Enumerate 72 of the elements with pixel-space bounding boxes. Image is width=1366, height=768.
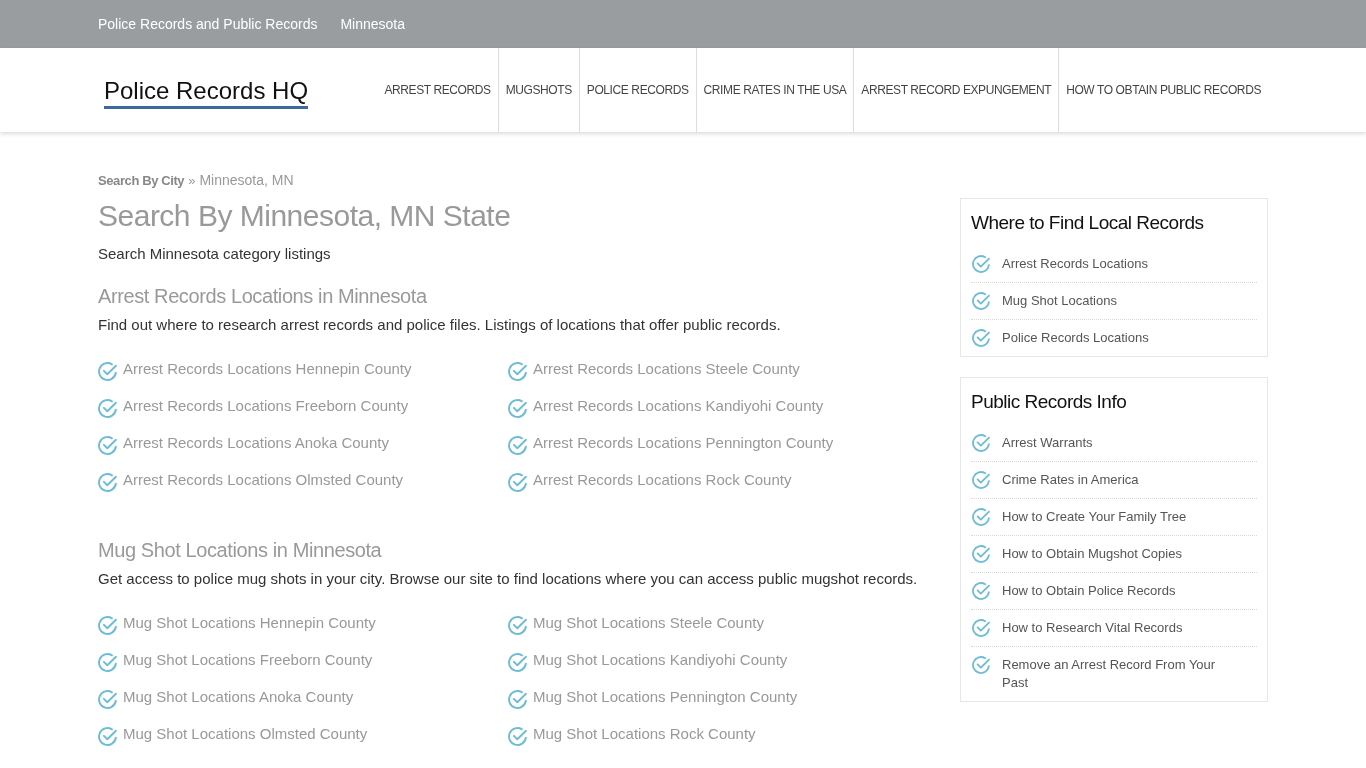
breadcrumb-current: Minnesota, MN xyxy=(199,171,294,190)
check-circle-icon xyxy=(972,434,990,452)
check-circle-icon xyxy=(508,399,527,418)
nav-link[interactable]: MUGSHOTS xyxy=(497,48,579,132)
check-circle-icon xyxy=(972,545,990,563)
site-logo[interactable]: Police Records HQ xyxy=(104,77,309,109)
sidebar-link[interactable]: How to Research Vital Records xyxy=(1002,619,1230,637)
section-description: Find out where to research arrest records and police files. Listings of locations that offer public records. xyxy=(98,315,782,335)
location-link[interactable]: Arrest Records Locations Rock County xyxy=(533,468,792,491)
location-link[interactable]: Mug Shot Locations Kandiyohi County xyxy=(533,648,788,671)
check-circle-icon xyxy=(98,727,117,746)
check-circle-icon xyxy=(98,436,117,455)
page-title: Search By Minnesota, MN State xyxy=(98,198,512,234)
location-link[interactable]: Mug Shot Locations Rock County xyxy=(533,722,756,745)
sidebar-link[interactable]: Mug Shot Locations xyxy=(1002,292,1230,310)
check-circle-icon xyxy=(508,436,527,455)
check-circle-icon xyxy=(98,362,117,381)
location-link[interactable]: Arrest Records Locations Anoka County xyxy=(123,431,389,454)
sidebar-link[interactable]: Crime Rates in America xyxy=(1002,471,1230,489)
check-circle-icon xyxy=(98,616,117,635)
sidebar-link[interactable]: How to Create Your Family Tree xyxy=(1002,508,1230,526)
check-circle-icon xyxy=(972,582,990,600)
check-circle-icon xyxy=(972,471,990,489)
location-link[interactable]: Mug Shot Locations Freeborn County xyxy=(123,648,373,671)
section-heading: Mug Shot Locations in Minnesota xyxy=(98,538,383,563)
nav-link[interactable]: ARREST RECORD EXPUNGEMENT xyxy=(853,48,1059,132)
check-circle-icon xyxy=(98,473,117,492)
check-circle-icon xyxy=(98,399,117,418)
sidebar-link[interactable]: Police Records Locations xyxy=(1002,329,1230,347)
check-circle-icon xyxy=(508,653,527,672)
location-link[interactable]: Arrest Records Locations Freeborn County xyxy=(123,394,409,417)
check-circle-icon xyxy=(98,690,117,709)
widget-title: Public Records Info xyxy=(971,390,1128,414)
check-circle-icon xyxy=(972,508,990,526)
check-circle-icon xyxy=(972,656,990,674)
nav-link[interactable]: POLICE RECORDS xyxy=(578,48,696,132)
check-circle-icon xyxy=(508,362,527,381)
check-circle-icon xyxy=(508,473,527,492)
sidebar-link[interactable]: Arrest Records Locations xyxy=(1002,255,1230,273)
check-circle-icon xyxy=(508,616,527,635)
check-circle-icon xyxy=(98,653,117,672)
check-circle-icon xyxy=(972,292,990,310)
sidebar-link[interactable]: Remove an Arrest Record From Your Past xyxy=(1002,656,1230,692)
location-link[interactable]: Arrest Records Locations Hennepin County xyxy=(123,357,412,380)
location-link[interactable]: Mug Shot Locations Steele County xyxy=(533,611,764,634)
sidebar-link[interactable]: How to Obtain Mugshot Copies xyxy=(1002,545,1230,563)
location-link[interactable]: Mug Shot Locations Anoka County xyxy=(123,685,354,708)
intro-text: Search Minnesota category listings xyxy=(98,244,332,264)
check-circle-icon xyxy=(508,690,527,709)
check-circle-icon xyxy=(972,255,990,273)
section-description: Get access to police mug shots in your city. Browse our site to find locations where you can access public mugshot records. xyxy=(98,569,919,589)
nav-link[interactable]: CRIME RATES IN THE USA xyxy=(695,48,854,132)
top-bar-link[interactable]: Minnesota xyxy=(340,13,406,35)
nav-link[interactable]: ARREST RECORDS xyxy=(377,48,498,132)
check-circle-icon xyxy=(508,727,527,746)
location-link[interactable]: Mug Shot Locations Pennington County xyxy=(533,685,798,708)
location-link[interactable]: Arrest Records Locations Olmsted County xyxy=(123,468,404,491)
location-link[interactable]: Arrest Records Locations Kandiyohi County xyxy=(533,394,824,417)
check-circle-icon xyxy=(972,329,990,347)
sidebar-link[interactable]: Arrest Warrants xyxy=(1002,434,1230,452)
top-bar-link[interactable]: Police Records and Public Records xyxy=(98,13,318,35)
breadcrumb-separator: » xyxy=(188,172,196,190)
location-link[interactable]: Arrest Records Locations Steele County xyxy=(533,357,800,380)
nav-link[interactable]: HOW TO OBTAIN PUBLIC RECORDS xyxy=(1058,48,1268,132)
section-heading: Arrest Records Locations in Minnesota xyxy=(98,284,428,309)
check-circle-icon xyxy=(972,619,990,637)
location-link[interactable]: Arrest Records Locations Pennington County xyxy=(533,431,834,454)
location-link[interactable]: Mug Shot Locations Olmsted County xyxy=(123,722,368,745)
location-link[interactable]: Mug Shot Locations Hennepin County xyxy=(123,611,376,634)
widget-title: Where to Find Local Records xyxy=(971,211,1205,235)
breadcrumb-link[interactable]: Search By City xyxy=(98,171,185,191)
sidebar-link[interactable]: How to Obtain Police Records xyxy=(1002,582,1230,600)
